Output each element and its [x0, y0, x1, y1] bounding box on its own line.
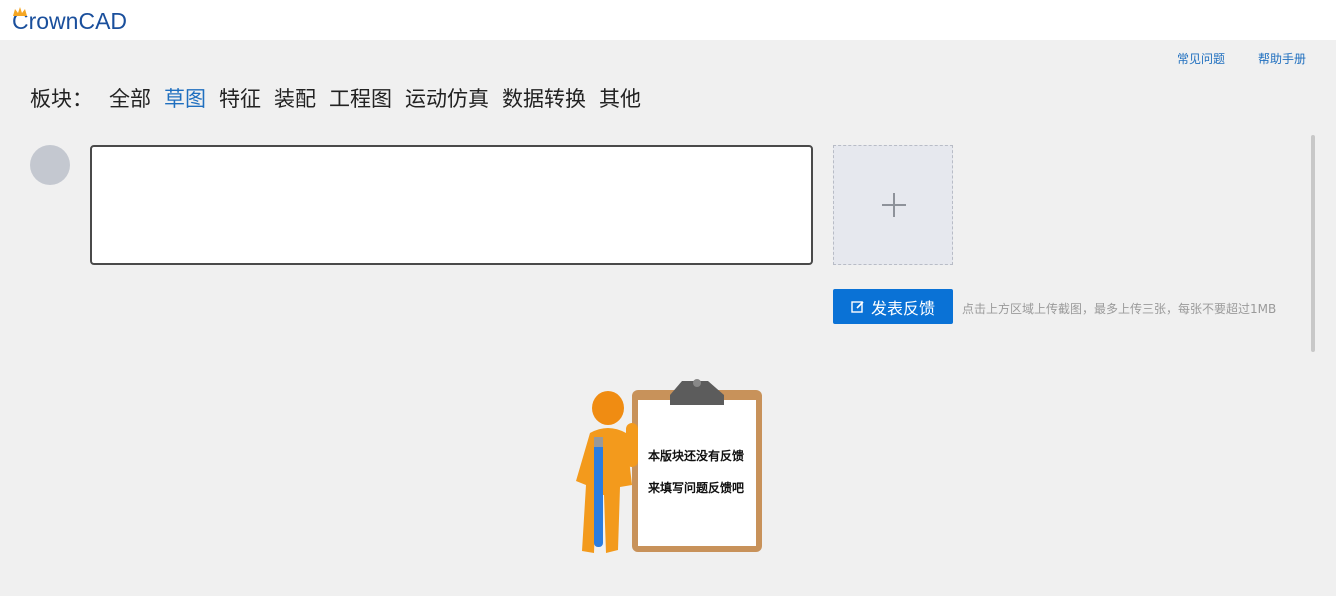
- help-links: 常见问题 帮助手册: [1177, 50, 1306, 67]
- crown-icon: [13, 7, 27, 16]
- section-item-drawing[interactable]: 工程图: [329, 83, 392, 113]
- screenshot-upload-box[interactable]: [833, 145, 953, 265]
- section-item-feature[interactable]: 特征: [219, 83, 261, 113]
- top-bar: CrownCAD: [0, 0, 1336, 40]
- upload-hint: 点击上方区域上传截图，最多上传三张，每张不要超过1MB: [962, 302, 1277, 316]
- edit-icon: [851, 300, 864, 313]
- logo-text: CrownCAD: [12, 8, 128, 34]
- empty-state-line-2: 来填写问题反馈吧: [647, 481, 744, 495]
- section-item-motion-sim[interactable]: 运动仿真: [405, 83, 489, 113]
- submit-label: 发表反馈: [870, 300, 935, 318]
- section-filter: 板块： 全部 草图 特征 装配 工程图 运动仿真 数据转换 其他: [30, 84, 654, 112]
- section-item-other[interactable]: 其他: [599, 83, 641, 113]
- empty-state-line-1: 本版块还没有反馈: [647, 449, 744, 463]
- section-item-sketch[interactable]: 草图: [164, 83, 206, 113]
- submit-feedback-button[interactable]: 发表反馈: [833, 289, 953, 324]
- section-item-all[interactable]: 全部: [109, 83, 151, 113]
- manual-link[interactable]: 帮助手册: [1258, 50, 1306, 67]
- faq-link[interactable]: 常见问题: [1177, 50, 1225, 67]
- avatar: [30, 145, 70, 185]
- scrollbar[interactable]: [1311, 135, 1315, 352]
- crowncad-logo[interactable]: CrownCAD: [12, 6, 127, 36]
- feedback-textarea[interactable]: [90, 145, 813, 265]
- section-item-assembly[interactable]: 装配: [274, 83, 316, 113]
- empty-state-illustration: [576, 379, 762, 553]
- section-item-data-convert[interactable]: 数据转换: [502, 83, 586, 113]
- section-label: 板块：: [30, 87, 93, 111]
